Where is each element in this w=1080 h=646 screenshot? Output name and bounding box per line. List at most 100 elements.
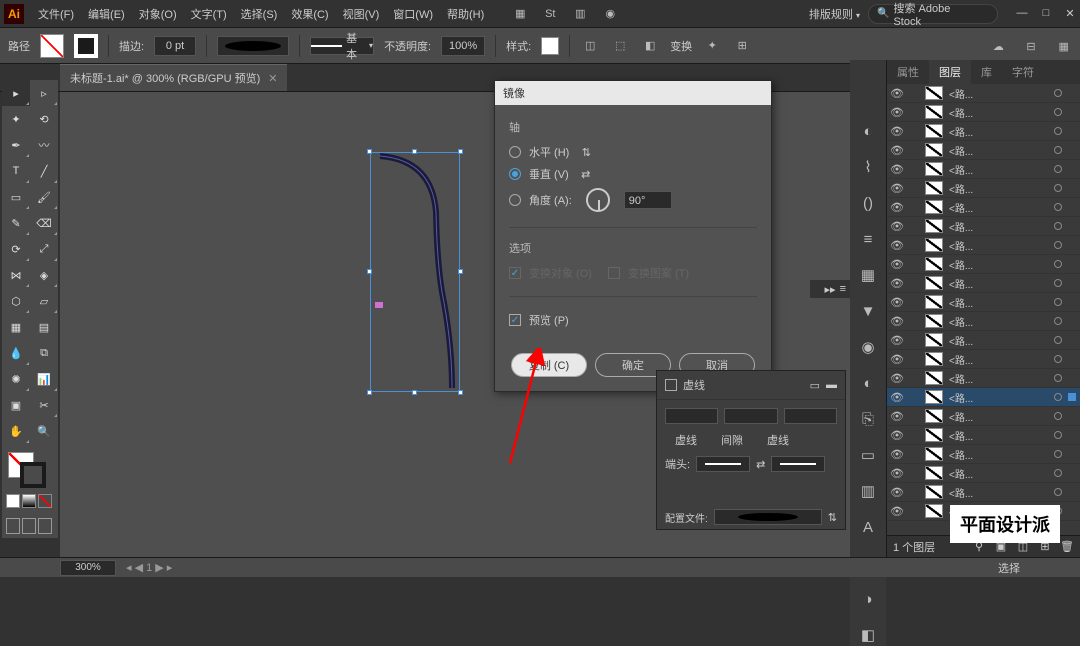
layer-name[interactable]: <路...: [949, 295, 1048, 310]
lasso-tool[interactable]: ⟲: [30, 106, 58, 132]
layer-name[interactable]: <路...: [949, 105, 1048, 120]
tab-character[interactable]: 字符: [1002, 60, 1044, 84]
hand-tool[interactable]: ✋: [2, 418, 30, 444]
misc-panel-icon[interactable]: ◑: [857, 588, 879, 610]
arrange-layout[interactable]: 排版规则 ▾: [809, 6, 860, 22]
visibility-icon[interactable]: 👁: [891, 201, 903, 213]
stroke-align-icon[interactable]: ▭: [810, 379, 820, 392]
blend-tool[interactable]: ⧉: [30, 340, 58, 366]
visibility-icon[interactable]: 👁: [891, 391, 903, 403]
layer-row[interactable]: 👁<路...: [887, 84, 1080, 103]
tab-properties[interactable]: 属性: [887, 60, 929, 84]
visibility-icon[interactable]: 👁: [891, 125, 903, 137]
layer-row[interactable]: 👁<路...: [887, 426, 1080, 445]
angle-input[interactable]: 90°: [624, 191, 672, 209]
layer-name[interactable]: <路...: [949, 162, 1048, 177]
rectangle-tool[interactable]: ▭: [2, 184, 30, 210]
visibility-icon[interactable]: 👁: [891, 410, 903, 422]
layer-name[interactable]: <路...: [949, 409, 1048, 424]
rotate-tool[interactable]: ⟳: [2, 236, 30, 262]
target-icon[interactable]: [1054, 336, 1062, 344]
layer-row[interactable]: 👁<路...: [887, 312, 1080, 331]
radio-angle[interactable]: [509, 194, 521, 206]
menu-object[interactable]: 对象(O): [133, 2, 183, 26]
swatches-panel-icon[interactable]: ▦: [857, 264, 879, 286]
target-icon[interactable]: [1054, 450, 1062, 458]
layer-name[interactable]: <路...: [949, 238, 1048, 253]
visibility-icon[interactable]: 👁: [891, 106, 903, 118]
pen-tool[interactable]: ✒: [2, 132, 30, 158]
visibility-icon[interactable]: 👁: [891, 220, 903, 232]
tab-libraries[interactable]: 库: [971, 60, 1002, 84]
target-icon[interactable]: [1054, 355, 1062, 363]
gradient-mode[interactable]: [22, 494, 36, 508]
transform-label[interactable]: 变换: [670, 38, 692, 54]
copy-button[interactable]: 复制 (C): [511, 353, 587, 377]
target-icon[interactable]: [1054, 374, 1062, 382]
layer-row[interactable]: 👁<路...: [887, 464, 1080, 483]
layer-row[interactable]: 👁<路...: [887, 350, 1080, 369]
delete-layer-icon[interactable]: 🗑: [1060, 540, 1074, 553]
shape-icon[interactable]: ⬚: [610, 36, 630, 56]
gradient-panel-icon[interactable]: ▼: [857, 300, 879, 322]
scale-tool[interactable]: ⤢: [30, 236, 58, 262]
target-icon[interactable]: [1054, 222, 1062, 230]
radio-horizontal[interactable]: [509, 146, 521, 158]
perspective-tool[interactable]: ▱: [30, 288, 58, 314]
close-window-button[interactable]: ✕: [1064, 7, 1076, 20]
layer-name[interactable]: <路...: [949, 333, 1048, 348]
artboards-panel-icon[interactable]: ▥: [857, 480, 879, 502]
layer-name[interactable]: <路...: [949, 143, 1048, 158]
maximize-button[interactable]: □: [1040, 7, 1052, 20]
layer-row[interactable]: 👁<路...: [887, 445, 1080, 464]
selection-tool[interactable]: ▸: [2, 80, 30, 106]
layer-row[interactable]: 👁<路...: [887, 179, 1080, 198]
slice-tool[interactable]: ✂: [30, 392, 58, 418]
document-tab[interactable]: 未标题-1.ai* @ 300% (RGB/GPU 预览) ✕: [60, 64, 287, 91]
stroke-weight[interactable]: 0 pt: [154, 36, 196, 56]
flip-profile-icon[interactable]: ⇅: [828, 511, 837, 524]
target-icon[interactable]: [1054, 203, 1062, 211]
magic-wand-tool[interactable]: ✦: [2, 106, 30, 132]
visibility-icon[interactable]: 👁: [891, 353, 903, 365]
type-tool[interactable]: T: [2, 158, 30, 184]
layer-row[interactable]: 👁 <路...: [887, 407, 1080, 426]
brush-definition[interactable]: [217, 36, 289, 56]
layer-row[interactable]: 👁<路...: [887, 217, 1080, 236]
target-icon[interactable]: [1054, 127, 1062, 135]
target-icon[interactable]: [1054, 469, 1062, 477]
checkbox-preview[interactable]: [509, 314, 521, 326]
layer-name[interactable]: <路...: [949, 390, 1048, 405]
visibility-icon[interactable]: 👁: [891, 182, 903, 194]
eyedropper-tool[interactable]: 💧: [2, 340, 30, 366]
layer-row[interactable]: 👁<路...: [887, 198, 1080, 217]
target-icon[interactable]: [1054, 279, 1062, 287]
menu-help[interactable]: 帮助(H): [441, 2, 490, 26]
visibility-icon[interactable]: 👁: [891, 334, 903, 346]
arrow-end[interactable]: [771, 456, 825, 472]
target-icon[interactable]: [1054, 488, 1062, 496]
layer-name[interactable]: <路...: [949, 314, 1048, 329]
layer-row[interactable]: 👁<路...: [887, 369, 1080, 388]
dashed-checkbox[interactable]: [665, 379, 677, 391]
zoom-tool[interactable]: 🔍: [30, 418, 58, 444]
target-icon[interactable]: [1054, 298, 1062, 306]
gap1[interactable]: [724, 408, 777, 424]
visibility-icon[interactable]: 👁: [891, 239, 903, 251]
target-icon[interactable]: [1054, 146, 1062, 154]
transparency-panel-icon[interactable]: ◐: [857, 372, 879, 394]
target-icon[interactable]: [1054, 317, 1062, 325]
layer-name[interactable]: <路...: [949, 124, 1048, 139]
target-icon[interactable]: [1054, 165, 1062, 173]
visibility-icon[interactable]: 👁: [891, 448, 903, 460]
draw-inside[interactable]: [38, 518, 52, 534]
layer-row[interactable]: 👁 <路...: [887, 331, 1080, 350]
appearance-panel-icon[interactable]: ◉: [857, 336, 879, 358]
layer-row[interactable]: 👁<路...: [887, 483, 1080, 502]
layer-name[interactable]: <路...: [949, 428, 1048, 443]
isolate-icon[interactable]: ✦: [702, 36, 722, 56]
layer-name[interactable]: <路...: [949, 485, 1048, 500]
fill-swatch[interactable]: [40, 34, 64, 58]
layer-row[interactable]: 👁 <路...: [887, 122, 1080, 141]
navigator-panel-icon[interactable]: ▭: [857, 444, 879, 466]
